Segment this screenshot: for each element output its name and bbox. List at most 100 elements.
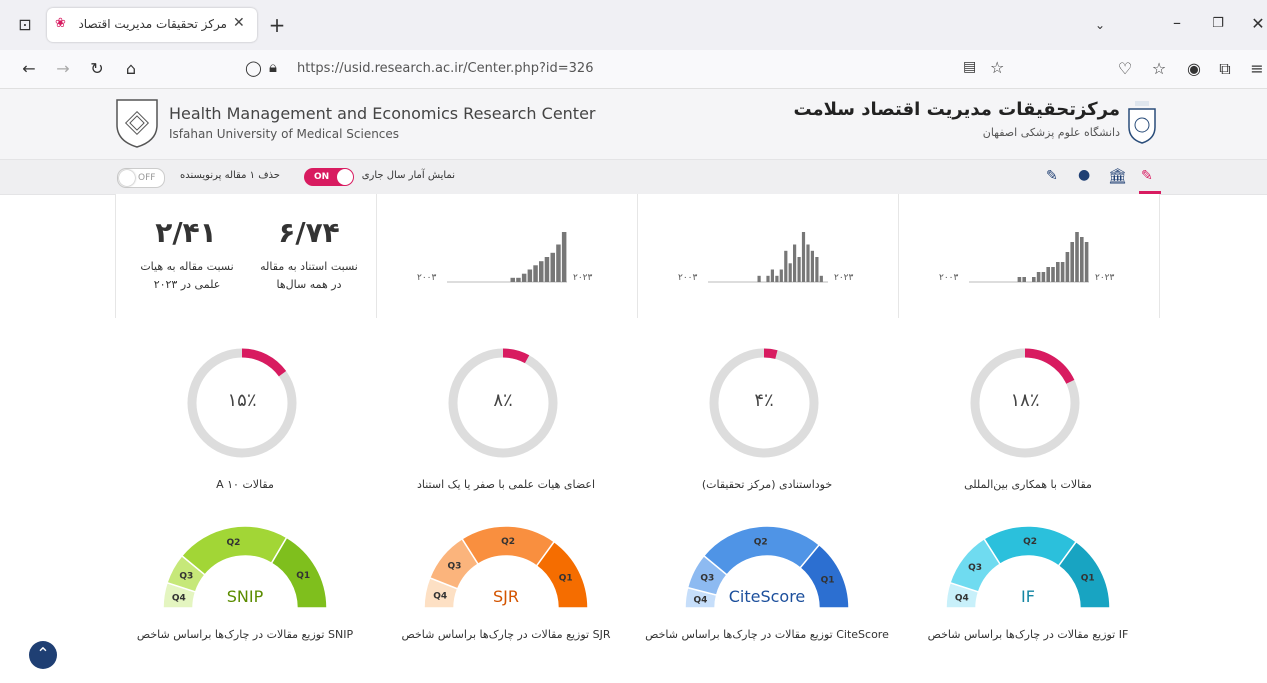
histogram-bar — [1036, 272, 1041, 282]
browser-tab-bar: ⊡ ❀ مرکز تحقیقات مدیریت اقتصاد سلا ✕ + ⌄… — [0, 0, 1267, 50]
histogram-chart — [708, 232, 828, 283]
tab-close-icon[interactable]: ✕ — [233, 15, 245, 31]
histogram-bar — [797, 257, 801, 282]
quartile-gauge: Q4 Q3 Q2 Q1 IF — [945, 525, 1111, 609]
histogram-bar — [779, 269, 783, 282]
histogram-bar — [815, 257, 819, 282]
gauge-index-name: IF — [1021, 587, 1035, 606]
toggle-knob — [119, 170, 135, 186]
favicon-icon: ❀ — [55, 16, 66, 31]
donut-label: مقالات با همکاری بین‌المللی — [964, 478, 1092, 491]
histogram-bar — [1022, 277, 1026, 282]
quartile-label: Q1 — [1081, 574, 1095, 584]
window-close-icon[interactable]: ✕ — [1247, 14, 1267, 34]
extensions-icon[interactable]: ⧉ — [1214, 59, 1236, 79]
minimize-icon[interactable]: – — [1166, 13, 1188, 33]
quartile-label: Q1 — [821, 576, 835, 586]
histogram-bar — [806, 244, 810, 282]
histogram-start-label: ۲۰۰۳ — [417, 273, 437, 283]
histogram-card-2: ۲۰۰۳ ۲۰۲۳ — [637, 194, 899, 318]
center-title-en: Health Management and Economics Research… — [169, 104, 596, 123]
histogram-bar — [516, 277, 521, 282]
back-icon[interactable]: ← — [18, 59, 40, 79]
ratio-card: ۶/۷۴ نسبت استناد به مقاله در همه سال‌ها … — [115, 194, 377, 318]
quartile-label: Q2 — [754, 537, 768, 547]
home-icon[interactable]: ⌂ — [120, 59, 142, 79]
histogram-bar — [1032, 277, 1036, 282]
url-text[interactable]: https://usid.research.ac.ir/Center.php?i… — [297, 61, 593, 76]
quartile-label: Q2 — [227, 538, 241, 548]
current-year-label: نمایش آمار سال جاری — [361, 170, 455, 181]
bookmark-star-icon[interactable]: ☆ — [990, 58, 1004, 77]
histogram-bar — [1084, 242, 1089, 282]
account-icon[interactable]: ◉ — [1183, 59, 1205, 79]
university-name-en: Isfahan University of Medical Sciences — [169, 127, 400, 141]
histogram-start-label: ۲۰۰۳ — [939, 273, 959, 283]
forward-icon[interactable]: → — [52, 59, 74, 79]
institution-icon[interactable]: 🏛︎ — [1108, 167, 1127, 185]
center-title-fa: مرکزتحقیقات مدیریت اقتصاد سلامت — [793, 99, 1120, 120]
reader-view-icon[interactable]: ▤ — [963, 59, 976, 75]
article-ratio-label: نسبت مقاله به هیات — [140, 260, 234, 273]
toolbar: OFF حذف ۱ مقاله پرنویسنده ON نمایش آمار … — [0, 159, 1267, 195]
histogram-bar — [766, 275, 770, 283]
bookmarks-icon[interactable]: ☆ — [1148, 59, 1170, 79]
restore-icon[interactable]: ❐ — [1207, 14, 1229, 34]
remove-author-toggle[interactable]: OFF — [117, 168, 165, 188]
quartile-label: Q4 — [694, 596, 708, 606]
remove-author-label: حذف ۱ مقاله پرنویسنده — [179, 170, 280, 181]
reload-icon[interactable]: ↻ — [86, 59, 108, 79]
current-year-state: ON — [314, 172, 330, 182]
histogram-bar — [1056, 262, 1060, 282]
histogram-bar — [1046, 267, 1050, 282]
edit-pencil-icon[interactable]: ✎ — [1046, 168, 1058, 184]
tab-overflow-chevron-icon[interactable]: ⌄ — [1089, 15, 1111, 35]
quartile-gauge: Q4 Q3 Q2 Q1 SJR — [423, 525, 589, 609]
quartile-label: Q3 — [447, 561, 461, 571]
current-year-toggle[interactable]: ON — [304, 168, 354, 186]
gauge-label: توزیع مقالات در چارک‌ها براساس شاخص IF — [927, 628, 1129, 641]
histogram-bar — [561, 232, 567, 282]
menu-icon[interactable]: ≡ — [1246, 59, 1267, 79]
histogram-bar — [801, 232, 806, 282]
quartile-label: Q3 — [968, 563, 982, 573]
citation-ratio-label: نسبت استناد به مقاله — [260, 260, 358, 273]
citation-ratio-value: ۶/۷۴ — [278, 216, 340, 249]
university-logo-icon — [116, 99, 158, 148]
histogram-card-3: ۲۰۰۳ ۲۰۲۳ — [898, 194, 1160, 318]
histogram-bar — [810, 250, 814, 283]
histogram-bar — [819, 275, 823, 283]
person-icon[interactable]: ● — [1078, 167, 1090, 183]
shield-icon[interactable]: ◯ — [245, 59, 262, 77]
active-pencil-icon[interactable]: ✎ — [1141, 168, 1153, 184]
browser-tab[interactable]: ❀ مرکز تحقیقات مدیریت اقتصاد سلا ✕ — [47, 8, 257, 42]
histogram-bar — [1060, 262, 1065, 282]
scroll-top-icon[interactable]: ⌃ — [29, 641, 57, 669]
histogram-bar — [1041, 272, 1046, 282]
donut-block-3: ۴٪ خوداستنادی (مرکز تحقیقات) — [637, 340, 897, 500]
histogram-bar — [544, 257, 550, 282]
histogram-bar — [1070, 242, 1074, 282]
donut-value: ۸٪ — [493, 390, 513, 411]
histogram-bar — [550, 252, 555, 282]
donut-label: خوداستنادی (مرکز تحقیقات) — [701, 478, 833, 491]
toggle-knob — [337, 169, 353, 185]
pocket-icon[interactable]: ♡ — [1114, 59, 1136, 79]
tab-list-icon[interactable]: ⊡ — [14, 15, 36, 35]
histogram-bar — [1051, 267, 1055, 282]
histogram-bar — [521, 273, 527, 282]
gauge-index-name: CiteScore — [729, 587, 806, 606]
new-tab-icon[interactable]: + — [266, 15, 288, 35]
quartile-gauge: Q4 Q3 Q2 Q1 SNIP — [162, 525, 328, 609]
if-gauge-block: Q4 Q3 Q2 Q1 IF توزیع مقالات در چارک‌ها براسا… — [898, 520, 1158, 650]
gauge-index-name: SJR — [493, 587, 519, 606]
histogram-bar — [793, 244, 797, 282]
histogram-bar — [527, 269, 533, 282]
donut-label: اعضای هیات علمی با صفر یا یک استناد — [416, 478, 596, 491]
gauge-label: توزیع مقالات در چارک‌ها براساس شاخص SNIP — [136, 628, 354, 641]
gauge-index-name: SNIP — [227, 587, 264, 606]
address-bar[interactable]: ◯ 🔒︎ https://usid.research.ac.ir/Center.… — [235, 55, 1015, 83]
histogram-bar — [775, 275, 779, 283]
histogram-bar — [1080, 237, 1084, 282]
citation-ratio-sublabel: در همه سال‌ها — [276, 278, 342, 291]
